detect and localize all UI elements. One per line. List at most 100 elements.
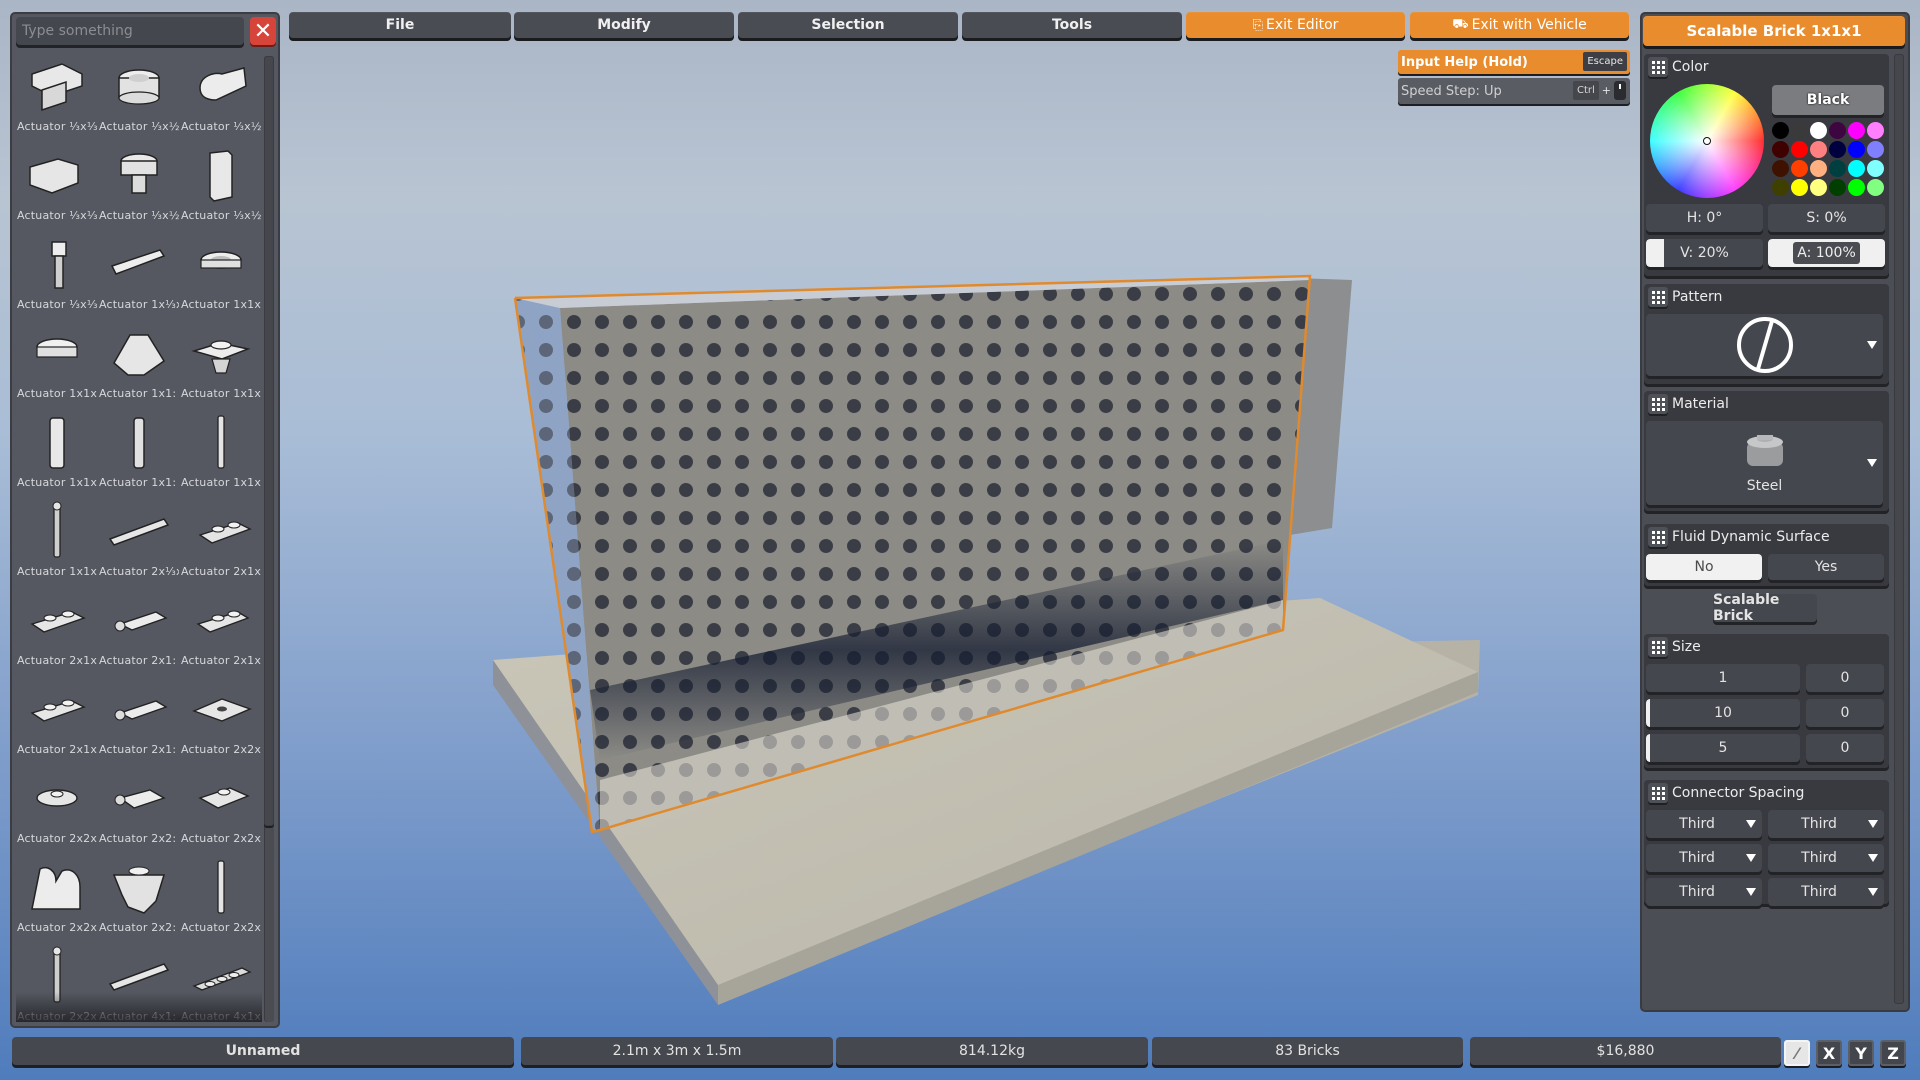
connector-spacing-dropdown[interactable]: Third [1646, 878, 1762, 906]
palette-part[interactable]: Actuator 2x1: [98, 590, 180, 679]
menu-selection[interactable]: Selection [738, 12, 958, 38]
size-fraction-field[interactable]: 0 [1806, 734, 1884, 762]
palette-part[interactable]: Actuator 2x1x [16, 679, 98, 768]
brick-type-button[interactable]: Scalable Brick [1713, 592, 1817, 624]
palette-part[interactable]: Actuator 4x1: [98, 946, 180, 1022]
color-swatch[interactable] [1848, 160, 1865, 177]
size-slider[interactable]: 10 [1646, 699, 1800, 727]
size-slider[interactable]: 5 [1646, 734, 1800, 762]
palette-part[interactable]: Actuator 2x⅓x⅓ [98, 501, 180, 590]
fluid-yes-toggle[interactable]: Yes [1768, 554, 1884, 580]
grid-icon[interactable] [1648, 783, 1668, 803]
color-swatch[interactable] [1772, 160, 1789, 177]
axis-y-button[interactable]: Y [1848, 1040, 1874, 1066]
color-swatch[interactable] [1791, 160, 1808, 177]
color-swatch[interactable] [1848, 122, 1865, 139]
palette-part[interactable]: Actuator 1x1x [16, 501, 98, 590]
connector-spacing-dropdown[interactable]: Third [1768, 810, 1884, 838]
color-swatch[interactable] [1791, 122, 1808, 139]
color-swatch[interactable] [1791, 179, 1808, 196]
grid-icon[interactable] [1648, 57, 1668, 77]
palette-part[interactable]: Actuator ⅓x⅓x½ [16, 56, 98, 145]
clear-search-button[interactable]: ✕ [250, 17, 276, 45]
palette-part[interactable]: Actuator 2x2x [180, 857, 262, 946]
color-swatch[interactable] [1829, 179, 1846, 196]
color-swatch[interactable] [1772, 122, 1789, 139]
pattern-dropdown[interactable] [1646, 314, 1883, 376]
connector-spacing-dropdown[interactable]: Third [1646, 810, 1762, 838]
palette-part[interactable]: Actuator 2x2x [180, 679, 262, 768]
value-slider[interactable]: V: 20% [1646, 239, 1763, 267]
palette-part[interactable]: Actuator 1x1x [16, 412, 98, 501]
palette-part[interactable]: Actuator 1x1x [180, 323, 262, 412]
color-swatch[interactable] [1772, 141, 1789, 158]
palette-part[interactable]: Actuator 1x1x [180, 412, 262, 501]
palette-part[interactable]: Actuator 2x1x [16, 590, 98, 679]
palette-part[interactable]: Actuator 2x2x [16, 857, 98, 946]
palette-part[interactable]: Actuator 2x1: [98, 679, 180, 768]
exit-with-vehicle-button[interactable]: ⛟ Exit with Vehicle [1410, 12, 1629, 38]
editor-viewport[interactable] [0, 0, 1920, 1080]
palette-part[interactable]: Actuator 2x2x15 [16, 946, 98, 1022]
color-swatch[interactable] [1810, 179, 1827, 196]
grid-icon[interactable] [1648, 527, 1668, 547]
color-swatch[interactable] [1867, 141, 1884, 158]
color-swatch[interactable] [1829, 122, 1846, 139]
menu-file[interactable]: File [289, 12, 511, 38]
palette-part[interactable]: Actuator 2x2: [98, 857, 180, 946]
fluid-no-toggle[interactable]: No [1646, 554, 1762, 580]
exit-editor-button[interactable]: ⎘ Exit Editor [1186, 12, 1405, 38]
color-swatch[interactable] [1848, 141, 1865, 158]
palette-part[interactable]: Actuator 2x1x [180, 590, 262, 679]
connector-spacing-dropdown[interactable]: Third [1768, 878, 1884, 906]
palette-part[interactable]: Actuator 1x1: [98, 412, 180, 501]
palette-part[interactable]: Actuator 1x1x [16, 323, 98, 412]
color-swatch[interactable] [1867, 122, 1884, 139]
color-swatch[interactable] [1829, 141, 1846, 158]
size-fraction-field[interactable]: 0 [1806, 699, 1884, 727]
palette-part[interactable]: Actuator ⅓x½ [98, 145, 180, 234]
palette-part[interactable]: Actuator ⅓x⅓x½ [16, 145, 98, 234]
palette-part[interactable]: Actuator 1x⅓x⅓ [98, 234, 180, 323]
palette-part[interactable]: Actuator 2x2: [98, 768, 180, 857]
hue-field[interactable]: H: 0° [1646, 204, 1763, 232]
connector-spacing-dropdown[interactable]: Third [1646, 844, 1762, 872]
color-swatch[interactable] [1772, 179, 1789, 196]
color-name-button[interactable]: Black [1772, 85, 1884, 115]
grid-icon[interactable] [1648, 637, 1668, 657]
color-swatch[interactable] [1867, 160, 1884, 177]
palette-part[interactable]: Actuator 2x1x [180, 501, 262, 590]
axis-free-button[interactable]: ⁄ [1784, 1040, 1810, 1066]
connector-spacing-dropdown[interactable]: Third [1768, 844, 1884, 872]
color-swatch[interactable] [1810, 122, 1827, 139]
axis-z-button[interactable]: Z [1880, 1040, 1906, 1066]
vehicle-name-field[interactable]: Unnamed [12, 1037, 514, 1065]
palette-part[interactable]: Actuator 1x1x [180, 234, 262, 323]
alpha-slider[interactable]: A: 100% [1768, 239, 1885, 267]
palette-part[interactable]: Actuator 4x1x [180, 946, 262, 1022]
parts-search-input[interactable] [16, 17, 244, 45]
color-swatch[interactable] [1791, 141, 1808, 158]
palette-part[interactable]: Actuator ⅓x⅓x⅔ [16, 234, 98, 323]
properties-scrollbar[interactable] [1894, 54, 1904, 1004]
material-dropdown[interactable]: Steel [1646, 421, 1883, 505]
saturation-field[interactable]: S: 0% [1768, 204, 1885, 232]
color-swatch[interactable] [1867, 179, 1884, 196]
palette-part[interactable]: Actuator ⅓x½ [180, 145, 262, 234]
size-fraction-field[interactable]: 0 [1806, 664, 1884, 692]
grid-icon[interactable] [1648, 287, 1668, 307]
menu-tools[interactable]: Tools [962, 12, 1182, 38]
grid-icon[interactable] [1648, 394, 1668, 414]
palette-part[interactable]: Actuator 2x2x [16, 768, 98, 857]
axis-x-button[interactable]: X [1816, 1040, 1842, 1066]
palette-part[interactable]: Actuator ⅓x½ [98, 56, 180, 145]
color-swatch[interactable] [1848, 179, 1865, 196]
menu-modify[interactable]: Modify [514, 12, 734, 38]
palette-part[interactable]: Actuator 1x1: [98, 323, 180, 412]
color-swatch[interactable] [1810, 160, 1827, 177]
palette-part[interactable]: Actuator ⅓x½ [180, 56, 262, 145]
color-swatch[interactable] [1810, 141, 1827, 158]
color-swatch[interactable] [1829, 160, 1846, 177]
palette-part[interactable]: Actuator 2x2x [180, 768, 262, 857]
palette-scrollbar-thumb[interactable] [264, 56, 274, 826]
